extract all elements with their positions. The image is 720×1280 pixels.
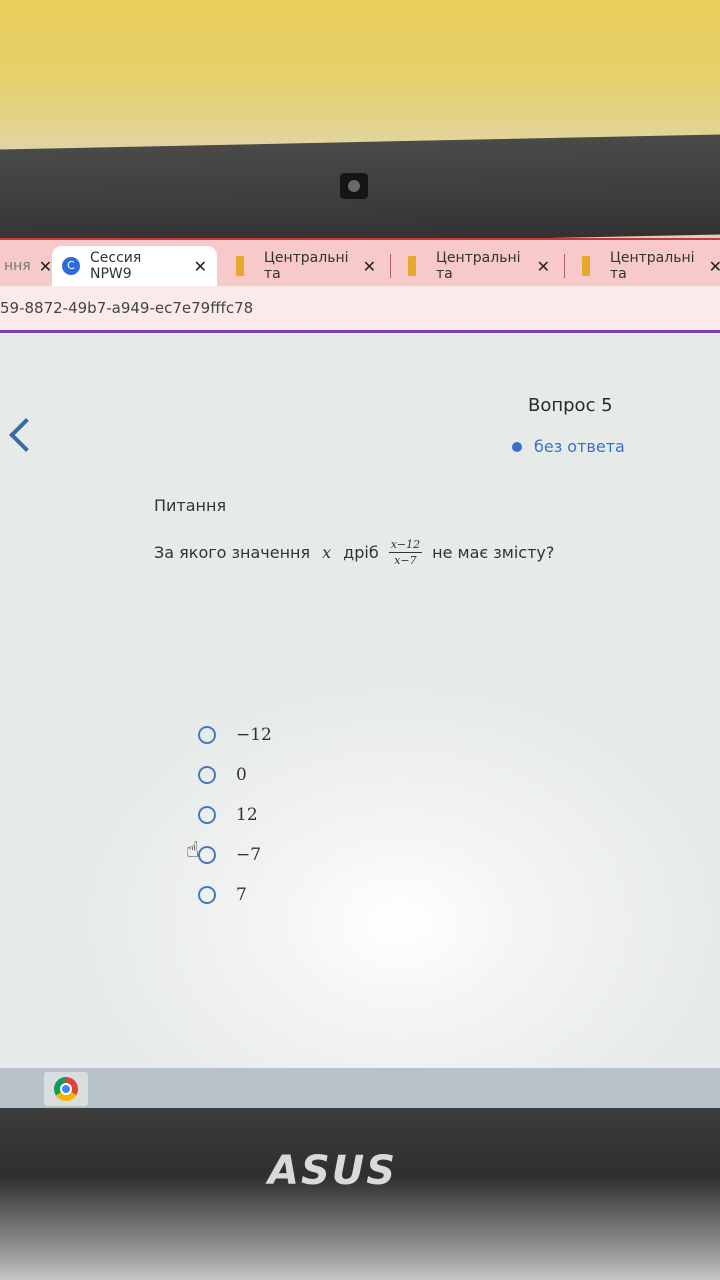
radio-button[interactable] — [198, 806, 216, 824]
flag-icon — [408, 256, 426, 276]
close-icon[interactable]: ✕ — [186, 257, 207, 276]
close-icon[interactable]: ✕ — [701, 257, 720, 276]
tab-1-label: ння — [4, 258, 31, 274]
fraction: x−12 x−7 — [388, 538, 423, 567]
option-1[interactable]: −12 — [198, 715, 272, 755]
question-text: За якого значення x дріб x−12 x−7 не має… — [154, 538, 554, 567]
tab-4[interactable]: Центральні та ✕ — [398, 246, 560, 286]
tab-5-label: Центральні та — [610, 250, 695, 282]
section-label: Питання — [154, 496, 227, 515]
hand-cursor-icon: ☝ — [186, 838, 200, 863]
quiz-page: Вопрос 5 без ответа Питання За якого зна… — [0, 333, 720, 1078]
option-3[interactable]: 12 — [198, 795, 272, 835]
tab-1[interactable]: ння ✕ — [0, 246, 52, 286]
option-value: 12 — [236, 805, 258, 825]
flag-icon — [582, 256, 600, 276]
webcam — [340, 173, 368, 199]
tab-separator — [390, 254, 391, 278]
tab-separator — [564, 254, 565, 278]
question-variable: x — [322, 543, 332, 562]
answer-status: без ответа — [512, 437, 625, 456]
close-icon[interactable]: ✕ — [529, 257, 550, 276]
laptop-bottom-bezel — [0, 1108, 720, 1280]
chrome-icon[interactable] — [44, 1072, 88, 1106]
question-middle: дріб — [343, 543, 379, 562]
option-2[interactable]: 0 — [198, 755, 272, 795]
radio-button[interactable] — [198, 726, 216, 744]
close-icon[interactable]: ✕ — [31, 257, 52, 276]
tab-3-label: Центральні та — [264, 250, 349, 282]
address-bar[interactable]: 59-8872-49b7-a949-ec7e79fffc78 — [0, 286, 720, 333]
option-value: −7 — [236, 845, 262, 865]
flag-icon — [236, 256, 254, 276]
question-before: За якого значення — [154, 543, 311, 562]
option-4[interactable]: −7 — [198, 835, 272, 875]
option-value: 7 — [236, 885, 247, 905]
browser-tab-bar: ння ✕ C Сессия NPW9 ✕ Центральні та ✕ Це… — [0, 238, 720, 288]
tab-4-label: Центральні та — [436, 250, 521, 282]
tab-5[interactable]: Центральні та ✕ — [572, 246, 720, 286]
answer-options: −12 0 12 −7 7 — [198, 715, 272, 915]
option-5[interactable]: 7 — [198, 875, 272, 915]
c-logo-icon: C — [62, 257, 80, 275]
fraction-denominator: x−7 — [394, 554, 417, 567]
url-text: 59-8872-49b7-a949-ec7e79fffc78 — [0, 299, 254, 317]
tab-2[interactable]: C Сессия NPW9 ✕ — [52, 246, 217, 286]
question-number: Вопрос 5 — [528, 395, 613, 416]
fraction-numerator: x−12 — [388, 538, 423, 553]
close-icon[interactable]: ✕ — [355, 257, 376, 276]
brand-logo: ASUS — [268, 1148, 398, 1194]
back-chevron-icon[interactable] — [9, 418, 43, 452]
status-dot-icon — [512, 441, 522, 452]
status-text: без ответа — [534, 437, 625, 456]
tab-2-label: Сессия NPW9 — [90, 250, 142, 282]
taskbar — [0, 1068, 720, 1110]
radio-button[interactable] — [198, 766, 216, 784]
radio-button[interactable] — [198, 886, 216, 904]
option-value: −12 — [236, 725, 272, 745]
option-value: 0 — [236, 765, 247, 785]
question-after: не має змісту? — [432, 543, 555, 562]
tab-3[interactable]: Центральні та ✕ — [226, 246, 386, 286]
radio-button[interactable] — [198, 846, 216, 864]
